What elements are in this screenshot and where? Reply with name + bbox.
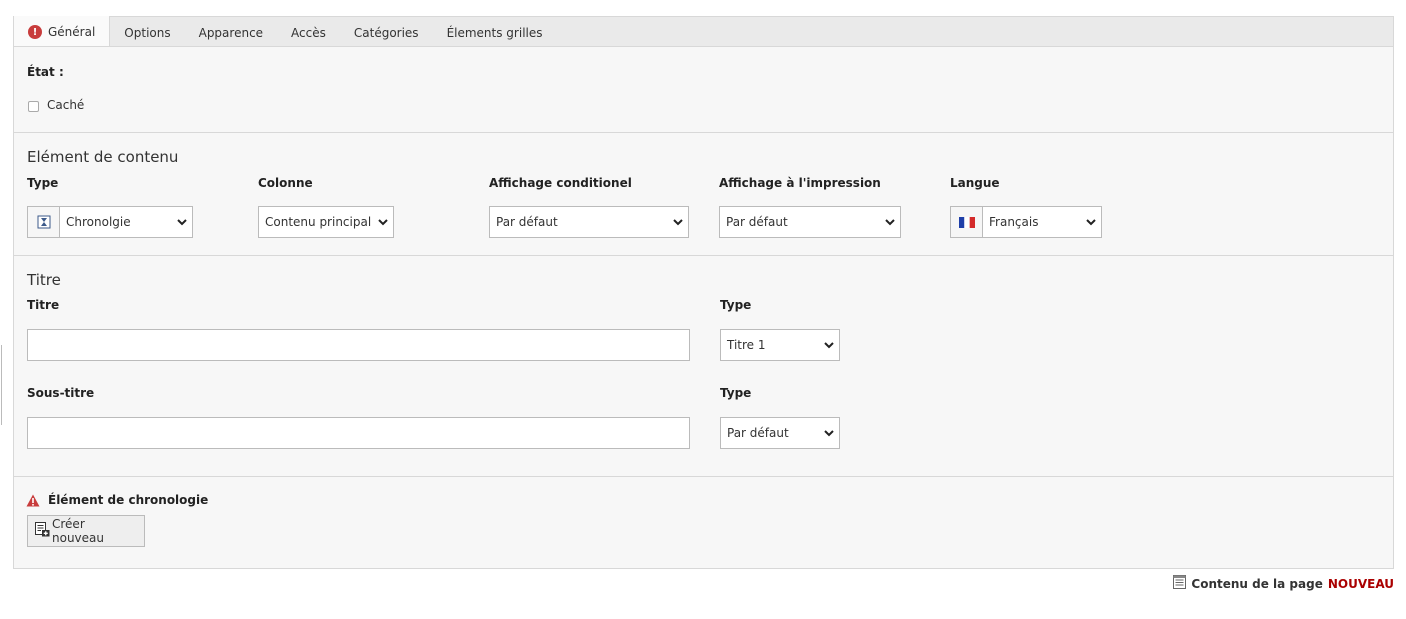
document-icon [1173, 575, 1187, 592]
chevron-down-icon [373, 218, 393, 226]
type-label: Type [27, 176, 59, 190]
content-element-section: Elément de contenu Type Chronolgie Colon… [14, 133, 1393, 256]
langue-select[interactable]: Français [950, 206, 1102, 238]
tab-acces[interactable]: Accès [277, 17, 340, 48]
langue-value: Français [989, 215, 1039, 229]
etat-label: État : [27, 65, 64, 79]
titre-type-select[interactable]: Titre 1 [720, 329, 840, 361]
section-title: Titre [27, 271, 61, 289]
tab-elements-grilles[interactable]: Élements grilles [433, 17, 557, 48]
status-new: NOUVEAU [1327, 576, 1394, 591]
chevron-down-icon [172, 218, 192, 226]
create-new-label: Créer nouveau [52, 517, 104, 545]
footer-label: Contenu de la page [1191, 576, 1323, 591]
affichage-impr-label: Affichage à l'impression [719, 176, 881, 190]
sous-titre-label: Sous-titre [27, 386, 95, 400]
flag-fr-icon [951, 207, 983, 237]
tab-apparence[interactable]: Apparence [185, 17, 277, 48]
error-icon: ! [28, 25, 42, 39]
chevron-down-icon [819, 429, 839, 437]
type-value: Chronolgie [66, 215, 131, 229]
tab-label: Apparence [198, 25, 264, 40]
chevron-down-icon [1081, 218, 1101, 226]
create-new-button[interactable]: Créer nouveau [27, 515, 145, 547]
colonne-label: Colonne [258, 176, 313, 190]
etat-section: État : Caché [14, 47, 1393, 133]
type-select[interactable]: Chronolgie [27, 206, 193, 238]
tab-general[interactable]: ! Général [14, 16, 111, 48]
sous-titre-type-label: Type [720, 386, 752, 400]
chronologie-label: Élément de chronologie [48, 493, 209, 507]
tab-bar: ! Général Options Apparence Accès Catégo… [13, 16, 1394, 48]
affichage-impr-value: Par défaut [726, 215, 788, 229]
titre-label: Titre [27, 298, 60, 312]
affichage-cond-value: Par défaut [496, 215, 558, 229]
affichage-impr-select[interactable]: Par défaut [719, 206, 901, 238]
colonne-value: Contenu principal [265, 215, 372, 229]
tab-label: Options [124, 25, 171, 40]
left-edge-handle [0, 345, 2, 425]
hidden-checkbox[interactable] [28, 101, 39, 112]
tab-categories[interactable]: Catégories [340, 17, 433, 48]
titre-section: Titre Titre Type Titre 1 Sous-titre Type… [14, 256, 1393, 477]
sous-titre-input[interactable] [27, 417, 690, 449]
tab-options[interactable]: Options [110, 17, 184, 48]
titre-type-label: Type [720, 298, 752, 312]
chevron-down-icon [668, 218, 688, 226]
tab-label: Élements grilles [446, 25, 543, 40]
chronologie-section: Élément de chronologie Créer nouveau [14, 477, 1393, 569]
titre-input[interactable] [27, 329, 690, 361]
sous-titre-type-select[interactable]: Par défaut [720, 417, 840, 449]
titre-type-value: Titre 1 [727, 338, 766, 352]
sous-titre-type-value: Par défaut [727, 426, 789, 440]
affichage-cond-select[interactable]: Par défaut [489, 206, 689, 238]
tab-panel-general: État : Caché Elément de contenu Type Chr… [13, 46, 1394, 569]
colonne-select[interactable]: Contenu principal [258, 206, 394, 238]
tab-label: Accès [291, 25, 326, 40]
warning-icon [26, 494, 40, 510]
chevron-down-icon [819, 341, 839, 349]
new-record-icon [35, 522, 50, 540]
tab-label: Général [48, 25, 96, 39]
tab-label: Catégories [353, 25, 419, 40]
hidden-label: Caché [47, 98, 85, 112]
hourglass-icon [28, 207, 60, 237]
langue-label: Langue [950, 176, 1000, 190]
affichage-cond-label: Affichage conditionel [489, 176, 632, 190]
page-content-footer: Contenu de la page NOUVEAU [1173, 575, 1394, 592]
chevron-down-icon [880, 218, 900, 226]
section-title: Elément de contenu [27, 148, 179, 166]
